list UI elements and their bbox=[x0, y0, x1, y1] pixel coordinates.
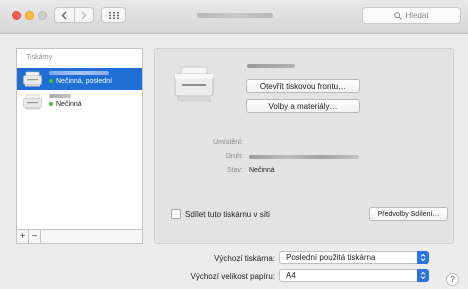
status-dot bbox=[49, 102, 53, 107]
sharing-preferences-button[interactable]: Předvolby Sdílení… bbox=[369, 207, 448, 221]
forward-button[interactable] bbox=[73, 8, 94, 22]
printer-list[interactable]: Tiskárny Nečinná, poslední Nečinná bbox=[16, 48, 143, 230]
share-printer-label[interactable]: Sdílet tuto tiskárnu v síti bbox=[185, 210, 270, 219]
minimize-window-button[interactable] bbox=[25, 11, 34, 20]
show-all-button[interactable] bbox=[101, 7, 126, 23]
add-printer-button[interactable]: + bbox=[17, 230, 29, 243]
printer-icon bbox=[174, 66, 214, 102]
default-paper-size-select[interactable]: A4 bbox=[279, 269, 429, 282]
grid-icon bbox=[108, 11, 119, 19]
open-print-queue-button[interactable]: Otevřít tiskovou frontu… bbox=[246, 79, 360, 93]
printer-name bbox=[49, 71, 109, 75]
status-dot bbox=[49, 79, 53, 84]
printer-list-header: Tiskárny bbox=[26, 54, 53, 61]
printer-detail-panel: Otevřít tiskovou frontu… Volby a materiá… bbox=[154, 48, 454, 244]
printer-list-item[interactable]: Nečinná, poslední bbox=[17, 68, 142, 90]
remove-printer-button[interactable]: − bbox=[29, 230, 41, 243]
default-printer-label: Výchozí tiskárna: bbox=[214, 254, 275, 263]
updown-chevron-icon bbox=[417, 269, 429, 282]
status-label: Stav: bbox=[227, 167, 243, 174]
printer-name bbox=[49, 94, 71, 98]
status-value: Nečinná bbox=[249, 167, 275, 174]
default-paper-size-value: A4 bbox=[286, 271, 296, 280]
type-label: Druh: bbox=[225, 153, 243, 160]
chevron-right-icon bbox=[81, 11, 87, 19]
printer-status: Nečinná, poslední bbox=[49, 78, 112, 85]
type-value bbox=[249, 155, 359, 159]
search-field[interactable]: Hledat bbox=[362, 7, 461, 24]
printer-icon bbox=[23, 71, 42, 87]
options-and-supplies-button[interactable]: Volby a materiály… bbox=[246, 99, 360, 113]
printer-list-item[interactable]: Nečinná bbox=[17, 91, 142, 113]
default-printer-value: Poslední použitá tiskárna bbox=[286, 253, 376, 262]
search-placeholder: Hledat bbox=[405, 11, 429, 20]
share-printer-checkbox[interactable] bbox=[171, 209, 181, 219]
location-label: Umístění: bbox=[213, 139, 243, 146]
printer-list-footer: + − bbox=[16, 230, 143, 244]
window-title bbox=[197, 13, 273, 18]
default-paper-size-label: Výchozí velikost papíru: bbox=[190, 272, 275, 281]
updown-chevron-icon bbox=[417, 251, 429, 264]
default-printer-select[interactable]: Poslední použitá tiskárna bbox=[279, 251, 429, 264]
back-button[interactable] bbox=[55, 8, 74, 22]
help-button[interactable]: ? bbox=[446, 273, 459, 286]
printer-status: Nečinná bbox=[49, 101, 82, 108]
toolbar: Hledat bbox=[0, 0, 468, 34]
printer-heading bbox=[247, 64, 295, 68]
search-icon bbox=[394, 11, 403, 20]
printer-icon bbox=[23, 94, 42, 110]
close-window-button[interactable] bbox=[12, 11, 21, 20]
back-forward-group bbox=[54, 7, 94, 23]
chevron-left-icon bbox=[61, 11, 67, 19]
zoom-window-button[interactable] bbox=[38, 11, 47, 20]
